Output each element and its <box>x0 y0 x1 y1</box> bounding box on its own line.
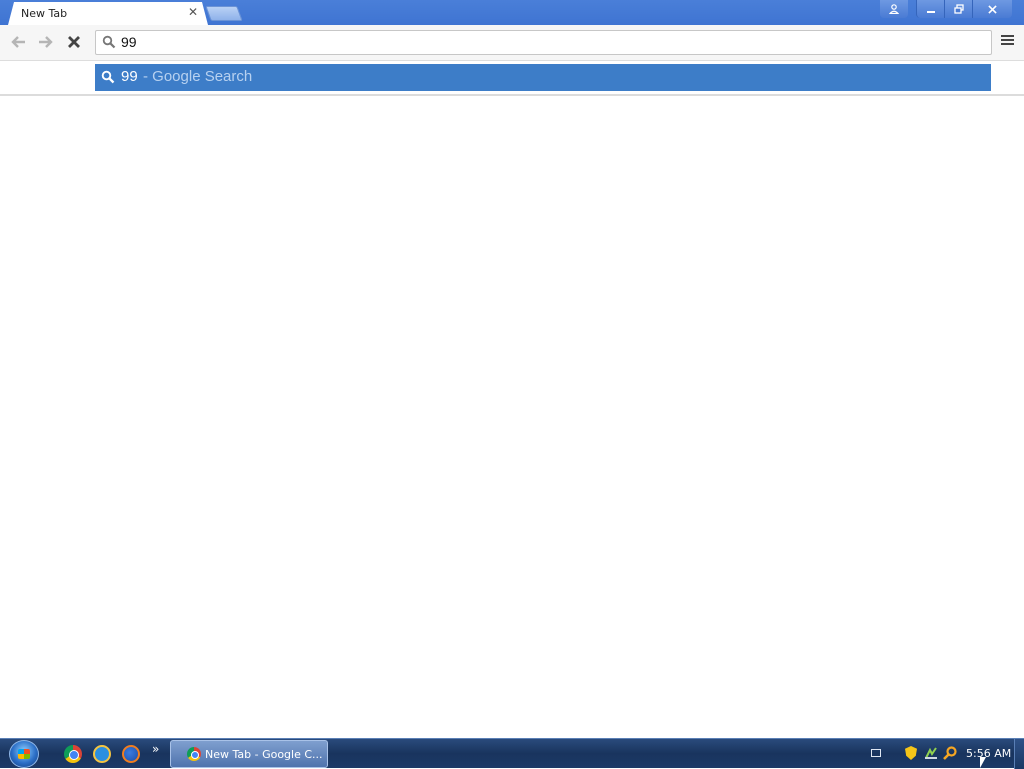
taskbar-window-label: New Tab - Google C... <box>205 748 323 761</box>
firefox-icon[interactable] <box>122 745 140 763</box>
start-button[interactable] <box>9 740 39 768</box>
network-icon[interactable] <box>924 746 938 760</box>
restore-icon <box>953 4 964 14</box>
tab-close-icon[interactable]: ✕ <box>188 5 198 19</box>
stop-icon <box>68 36 80 48</box>
minimize-button[interactable] <box>916 0 944 18</box>
system-clock[interactable]: 5:56 AM <box>966 747 1011 760</box>
suggestion-google-search[interactable]: 99 - Google Search <box>95 64 991 91</box>
arrow-left-icon <box>11 36 25 48</box>
minimize-icon <box>926 11 935 13</box>
menu-bar-2 <box>1001 39 1014 41</box>
windows-taskbar: » New Tab - Google C... 5:56 AM <box>0 738 1024 769</box>
tab-new-tab[interactable]: New Tab ✕ <box>8 2 208 25</box>
suggestion-description: - Google Search <box>143 68 253 85</box>
omnibox-suggestions: 99 - Google Search <box>0 61 1024 96</box>
chrome-icon[interactable] <box>64 745 82 763</box>
show-desktop-button[interactable] <box>1014 739 1024 769</box>
stop-loading-button[interactable] <box>62 31 86 53</box>
window-controls <box>880 0 1012 18</box>
address-bar[interactable]: 99 <box>95 30 992 55</box>
profile-icon <box>889 4 899 14</box>
chrome-icon <box>187 747 201 761</box>
security-shield-icon[interactable] <box>905 746 917 760</box>
tab-title: New Tab <box>21 7 68 20</box>
quick-launch-more-icon[interactable]: » <box>152 742 159 756</box>
search-icon <box>102 35 116 49</box>
forward-button[interactable] <box>34 31 58 53</box>
close-icon <box>988 4 997 14</box>
mouse-cursor <box>980 757 986 768</box>
profile-button[interactable] <box>880 0 908 18</box>
back-button[interactable] <box>6 31 30 53</box>
keyboard-icon[interactable] <box>871 749 881 757</box>
new-tab-button[interactable] <box>205 6 243 21</box>
close-window-button[interactable] <box>972 0 1012 18</box>
address-bar-text[interactable]: 99 <box>121 34 137 50</box>
menu-bar-3 <box>1001 43 1014 45</box>
taskbar-chrome-window[interactable]: New Tab - Google C... <box>170 740 328 768</box>
arrow-right-icon <box>39 36 53 48</box>
chrome-menu-button[interactable] <box>1000 33 1016 51</box>
browser-toolbar: 99 <box>0 25 1024 61</box>
menu-bar-1 <box>1001 35 1014 37</box>
search-icon <box>101 70 115 84</box>
suggestion-query: 99 <box>121 68 138 85</box>
restore-button[interactable] <box>944 0 972 18</box>
internet-explorer-icon[interactable] <box>93 745 111 763</box>
page-content <box>0 98 1024 738</box>
browser-titlebar: New Tab ✕ <box>0 0 1024 25</box>
magnifier-tray-icon[interactable] <box>942 745 958 761</box>
